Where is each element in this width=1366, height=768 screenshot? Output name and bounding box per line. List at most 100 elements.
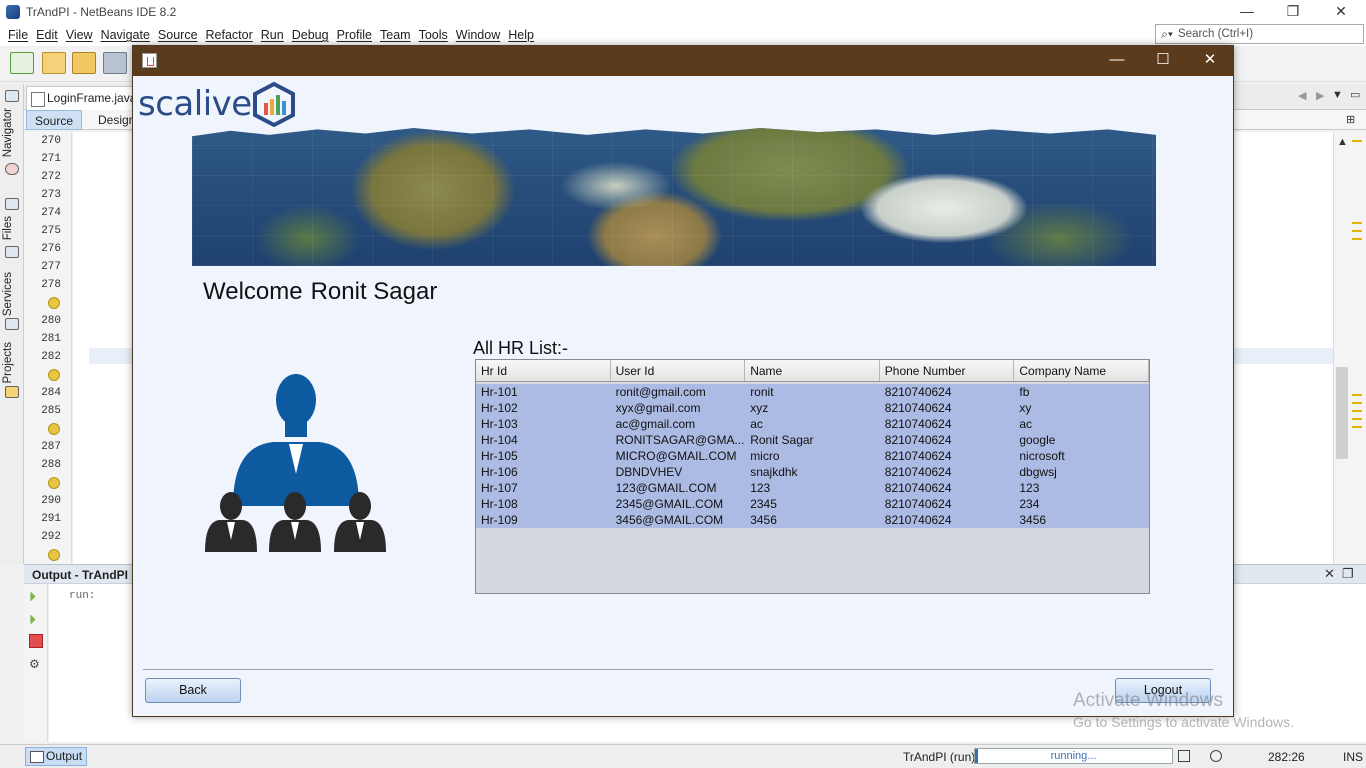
menu-view[interactable]: View	[62, 28, 97, 42]
line-number: 281	[41, 333, 61, 345]
rerun-icon[interactable]: ⏵	[29, 588, 43, 604]
maximize-editor-icon[interactable]: ▭	[1350, 88, 1360, 101]
editor-scrollbar-thumb[interactable]	[1336, 367, 1348, 459]
hint-bulb-icon[interactable]	[48, 549, 60, 561]
table-cell: xyz	[750, 401, 769, 415]
table-row[interactable]: Hr-104 RONITSAGAR@GMA... Ronit Sagar 821…	[476, 432, 1149, 448]
column-phone-number[interactable]: Phone Number	[880, 360, 1015, 381]
app-titlebar: — ☐ ✕	[133, 46, 1233, 76]
hint-bulb-icon[interactable]	[48, 297, 60, 309]
table-row[interactable]: Hr-102 xyx@gmail.com xyz 8210740624 xy	[476, 400, 1149, 416]
split-icon[interactable]: ⊞	[1346, 113, 1355, 126]
open-project-icon[interactable]	[72, 52, 96, 74]
hr-table[interactable]: Hr Id User Id Name Phone Number Company …	[475, 359, 1150, 594]
restore-window-icon[interactable]	[5, 90, 19, 102]
cancel-task-icon[interactable]	[1178, 750, 1190, 762]
warning-mark[interactable]	[1352, 418, 1362, 420]
close-output-icon[interactable]: ✕	[1324, 566, 1335, 582]
hint-bulb-icon[interactable]	[48, 423, 60, 435]
logo-text: scalive	[138, 84, 252, 124]
warning-mark[interactable]	[1352, 140, 1362, 142]
table-cell: xyx@gmail.com	[615, 401, 701, 415]
table-cell: 3456@GMAIL.COM	[615, 513, 724, 527]
restore-output-icon[interactable]: ❐	[1342, 566, 1354, 582]
scroll-left-icon[interactable]: ◀	[1298, 89, 1306, 102]
status-bar: Output TrAndPI (run) running... 282:26 I…	[0, 744, 1366, 768]
tab-source[interactable]: Source	[26, 110, 83, 130]
scroll-up-icon[interactable]: ▲	[1337, 136, 1348, 148]
error-stripe: ▲	[1333, 132, 1366, 564]
table-cell: Hr-108	[481, 497, 518, 511]
warning-mark[interactable]	[1352, 222, 1362, 224]
table-row[interactable]: Hr-109 3456@GMAIL.COM 3456 8210740624 34…	[476, 512, 1149, 528]
settings-icon[interactable]: ⚙	[29, 657, 43, 671]
table-cell: fb	[1019, 385, 1030, 399]
hint-bulb-icon[interactable]	[48, 369, 60, 381]
minimize-icon[interactable]: —	[1224, 0, 1270, 24]
app-minimize-icon[interactable]: —	[1094, 46, 1140, 76]
ide-search-input[interactable]: ⌕▾ Search (Ctrl+I)	[1155, 24, 1364, 44]
new-file-icon[interactable]	[10, 52, 34, 74]
rerun-customize-icon[interactable]: ⏵	[29, 611, 43, 627]
close-project-icon[interactable]	[103, 52, 127, 74]
menu-profile[interactable]: Profile	[333, 28, 376, 42]
stop-icon[interactable]	[29, 634, 43, 648]
line-number: 290	[41, 495, 61, 507]
menu-debug[interactable]: Debug	[288, 28, 333, 42]
table-row[interactable]: Hr-103 ac@gmail.com ac 8210740624 ac	[476, 416, 1149, 432]
menu-source[interactable]: Source	[154, 28, 202, 42]
output-window-button[interactable]: Output	[25, 747, 87, 766]
column-hr-id[interactable]: Hr Id	[476, 360, 611, 381]
app-maximize-icon[interactable]: ☐	[1140, 46, 1186, 76]
hint-bulb-icon[interactable]	[48, 477, 60, 489]
notifications-icon[interactable]	[1210, 750, 1222, 762]
warning-mark[interactable]	[1352, 426, 1362, 428]
table-cell: Ronit Sagar	[750, 433, 814, 447]
table-cell: Hr-104	[481, 433, 518, 447]
back-button[interactable]: Back	[145, 678, 241, 703]
tab-navigator[interactable]: Navigator	[2, 108, 14, 157]
menu-window[interactable]: Window	[452, 28, 504, 42]
table-cell: 8210740624	[884, 465, 952, 479]
menu-navigate[interactable]: Navigate	[97, 28, 154, 42]
restore-window-icon[interactable]	[5, 198, 19, 210]
warning-mark[interactable]	[1352, 410, 1362, 412]
warning-mark[interactable]	[1352, 230, 1362, 232]
scroll-right-icon[interactable]: ▶	[1316, 89, 1324, 102]
line-number: 280	[41, 315, 61, 327]
warning-mark[interactable]	[1352, 238, 1362, 240]
table-cell: Hr-102	[481, 401, 518, 415]
tab-services[interactable]: Services	[2, 272, 14, 316]
table-cell: DBNDVHEV	[615, 465, 683, 479]
menu-edit[interactable]: Edit	[32, 28, 62, 42]
show-documents-icon[interactable]: ▼	[1332, 89, 1343, 101]
column-name[interactable]: Name	[745, 360, 880, 381]
table-cell: Hr-105	[481, 449, 518, 463]
table-row[interactable]: Hr-107 123@GMAIL.COM 123 8210740624 123	[476, 480, 1149, 496]
restore-icon[interactable]: ❐	[1270, 0, 1316, 24]
menu-refactor[interactable]: Refactor	[202, 28, 257, 42]
table-cell: nicrosoft	[1019, 449, 1065, 463]
tab-files[interactable]: Files	[2, 216, 14, 240]
table-row[interactable]: Hr-101 ronit@gmail.com ronit 8210740624 …	[476, 384, 1149, 400]
menu-file[interactable]: File	[4, 28, 32, 42]
new-project-icon[interactable]	[42, 52, 66, 74]
warning-mark[interactable]	[1352, 394, 1362, 396]
hr-team-icon	[205, 374, 386, 552]
menu-help[interactable]: Help	[504, 28, 538, 42]
run-progress[interactable]: running...	[974, 748, 1173, 764]
close-icon[interactable]: ✕	[1318, 0, 1364, 24]
app-close-icon[interactable]: ✕	[1187, 46, 1233, 76]
menu-run[interactable]: Run	[257, 28, 288, 42]
column-user-id[interactable]: User Id	[611, 360, 746, 381]
column-company-name[interactable]: Company Name	[1014, 360, 1149, 381]
table-row[interactable]: Hr-106 DBNDVHEV snajkdhk 8210740624 dbgw…	[476, 464, 1149, 480]
table-cell: 8210740624	[884, 385, 952, 399]
warning-mark[interactable]	[1352, 402, 1362, 404]
menu-team[interactable]: Team	[376, 28, 415, 42]
file-tab-loginframe[interactable]: LoginFrame.java	[26, 86, 146, 110]
table-row[interactable]: Hr-108 2345@GMAIL.COM 2345 8210740624 23…	[476, 496, 1149, 512]
menu-tools[interactable]: Tools	[415, 28, 452, 42]
tab-projects[interactable]: Projects	[2, 342, 14, 384]
table-row[interactable]: Hr-105 MICRO@GMAIL.COM micro 8210740624 …	[476, 448, 1149, 464]
